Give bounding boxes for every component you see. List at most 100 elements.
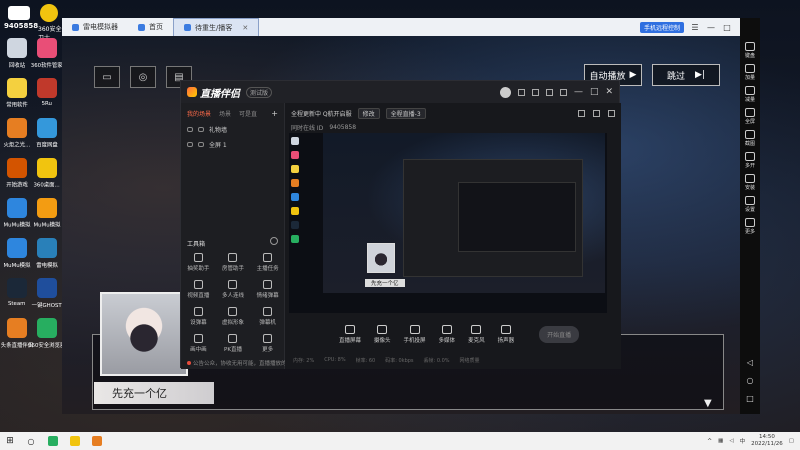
tool-item[interactable]: 多人连线 bbox=[216, 280, 251, 299]
tab-scene[interactable]: 场景 bbox=[219, 109, 231, 118]
desktop-icon[interactable]: 头条直播伴侣 bbox=[1, 318, 33, 356]
desktop-icon[interactable]: 5Ru bbox=[32, 78, 62, 116]
desktop-icon[interactable]: MuMu模拟 bbox=[2, 198, 32, 236]
next-arrow-icon[interactable]: ▼ bbox=[704, 398, 712, 409]
desktop-icon[interactable]: 一键GHOST bbox=[32, 278, 62, 316]
lock-icon[interactable] bbox=[198, 142, 204, 147]
tab-emulator[interactable]: 雷电模拟器 bbox=[62, 18, 128, 36]
tool-item[interactable]: 主播任务 bbox=[250, 253, 285, 272]
skin-icon[interactable] bbox=[531, 88, 539, 96]
eye-icon[interactable] bbox=[187, 142, 193, 147]
close-tab-icon[interactable]: ✕ bbox=[242, 24, 248, 32]
emulator-side-button[interactable]: 截图 bbox=[740, 130, 760, 147]
stream-preview[interactable]: 先充一个亿 bbox=[289, 133, 607, 313]
taskbar-app[interactable] bbox=[64, 436, 86, 446]
clock[interactable]: 14:50 2022/11/26 bbox=[751, 434, 783, 448]
menu-icon[interactable] bbox=[559, 88, 567, 96]
desktop-icon[interactable]: 开始游戏 bbox=[2, 158, 32, 196]
source-row[interactable]: 全屏 1 bbox=[181, 137, 284, 152]
desktop-icon[interactable]: Steam bbox=[2, 278, 32, 316]
lock-icon[interactable] bbox=[198, 127, 204, 132]
home-icon[interactable]: ○ bbox=[745, 376, 755, 385]
chat-icon[interactable]: ▭ bbox=[94, 66, 120, 88]
desktop-icon[interactable]: 百度网盘 bbox=[32, 118, 62, 156]
tool-item[interactable]: 情绪弹幕 bbox=[250, 280, 285, 299]
back-icon[interactable]: ◁ bbox=[745, 358, 755, 367]
desktop-icon[interactable]: 360软件管家 bbox=[31, 38, 63, 76]
camera-button[interactable]: 摄像头 bbox=[374, 324, 391, 344]
tool-item[interactable]: PK直播 bbox=[216, 334, 251, 353]
desktop-icon[interactable]: 回收站 bbox=[2, 38, 32, 76]
microphone-button[interactable]: 麦克风 bbox=[468, 324, 485, 344]
screen-capture-button[interactable]: 直播屏幕 bbox=[339, 324, 361, 344]
desktop-icon[interactable]: 火炬之光... bbox=[2, 118, 32, 156]
desktop-icon[interactable]: 360安全浏览器 bbox=[28, 318, 66, 356]
gear-icon[interactable] bbox=[270, 237, 278, 245]
desktop-icon[interactable]: 360桌面... bbox=[32, 158, 62, 196]
more-icon[interactable] bbox=[608, 110, 615, 117]
link-icon[interactable] bbox=[593, 110, 600, 117]
ime-indicator[interactable]: 中 bbox=[740, 437, 746, 445]
app-logo: 直播伴侣 bbox=[187, 85, 240, 100]
security-badge[interactable]: 9405858 360安全卫士 bbox=[2, 4, 62, 42]
share-icon[interactable] bbox=[578, 110, 585, 117]
phone-cast-button[interactable]: 手机投屏 bbox=[404, 324, 426, 344]
tab-game[interactable]: 待重生/播客 ✕ bbox=[173, 18, 260, 36]
close-button[interactable]: ✕ bbox=[605, 87, 613, 97]
media-button[interactable]: 多媒体 bbox=[439, 324, 455, 344]
tool-item[interactable]: 视频直播 bbox=[181, 280, 216, 299]
windows-start-icon[interactable]: ⊞ bbox=[0, 436, 20, 446]
tab-my-scene[interactable]: 我的场景 bbox=[187, 109, 211, 118]
category-select[interactable]: 全程直播-3 bbox=[385, 108, 426, 119]
app-icon bbox=[7, 238, 27, 258]
desktop-icon[interactable]: 常用软件 bbox=[2, 78, 32, 116]
tool-item[interactable]: 设弹幕 bbox=[181, 307, 216, 326]
emulator-side-button[interactable]: 键盘 bbox=[740, 42, 760, 59]
emulator-side-button[interactable]: 更多 bbox=[740, 218, 760, 235]
speaker-button[interactable]: 扬声器 bbox=[498, 324, 514, 344]
minimize-button[interactable]: — bbox=[574, 87, 583, 97]
tab-home[interactable]: 首页 bbox=[128, 18, 173, 36]
maximize-button[interactable]: □ bbox=[590, 87, 599, 97]
hide-ui-icon[interactable]: ◎ bbox=[130, 66, 156, 88]
tool-item[interactable]: 画中画 bbox=[181, 334, 216, 353]
desktop-icon[interactable]: 雷电模拟 bbox=[32, 238, 62, 276]
skip-button[interactable]: 跳过 ▶| bbox=[652, 64, 720, 86]
emulator-side-button[interactable]: 减量 bbox=[740, 86, 760, 103]
source-row[interactable]: 礼物墙 bbox=[181, 122, 284, 137]
network-icon[interactable]: ▦ bbox=[718, 438, 723, 444]
tool-item[interactable]: 抽奖助手 bbox=[181, 253, 216, 272]
recent-apps-icon[interactable]: □ bbox=[745, 394, 755, 403]
eye-icon[interactable] bbox=[187, 127, 193, 132]
emulator-side-button[interactable]: 安装 bbox=[740, 174, 760, 191]
mail-icon[interactable] bbox=[517, 88, 525, 96]
volume-icon[interactable]: ◁ bbox=[729, 438, 733, 444]
start-live-button[interactable]: 开始直播 bbox=[539, 325, 580, 343]
menu-icon[interactable]: ☰ bbox=[690, 23, 700, 32]
emulator-side-button[interactable]: 多开 bbox=[740, 152, 760, 169]
tool-label: 主播任务 bbox=[256, 266, 279, 272]
tool-icon bbox=[228, 253, 238, 262]
settings-icon[interactable] bbox=[545, 88, 553, 96]
tool-item[interactable]: 房管助手 bbox=[216, 253, 251, 272]
notification-icon[interactable]: ▢ bbox=[789, 438, 794, 444]
add-scene-button[interactable]: + bbox=[271, 109, 278, 118]
emulator-side-button[interactable]: 全屏 bbox=[740, 108, 760, 125]
phone-remote-button[interactable]: 手机远程控制 bbox=[639, 21, 684, 33]
taskbar-app[interactable] bbox=[42, 436, 64, 446]
desktop-icon[interactable]: MuMu模拟 bbox=[2, 238, 32, 276]
taskbar-app[interactable] bbox=[86, 436, 108, 446]
minimize-button[interactable]: — bbox=[706, 23, 716, 32]
chevron-up-icon[interactable]: ^ bbox=[707, 438, 712, 445]
taskbar-search[interactable]: ○ bbox=[20, 437, 42, 446]
user-avatar[interactable] bbox=[499, 86, 511, 98]
emulator-side-button[interactable]: 加量 bbox=[740, 64, 760, 81]
maximize-button[interactable]: □ bbox=[722, 23, 732, 32]
tool-item[interactable]: 弹幕机 bbox=[250, 307, 285, 326]
desktop-icon[interactable]: MuMu模拟 bbox=[32, 198, 62, 236]
edit-title-button[interactable]: 修改 bbox=[357, 108, 380, 119]
tool-item[interactable]: 虚拟形象 bbox=[216, 307, 251, 326]
emulator-side-button[interactable]: 设置 bbox=[740, 196, 760, 213]
tab-other[interactable]: 可是直 bbox=[239, 109, 257, 118]
tool-item[interactable]: 更多 bbox=[250, 334, 285, 353]
